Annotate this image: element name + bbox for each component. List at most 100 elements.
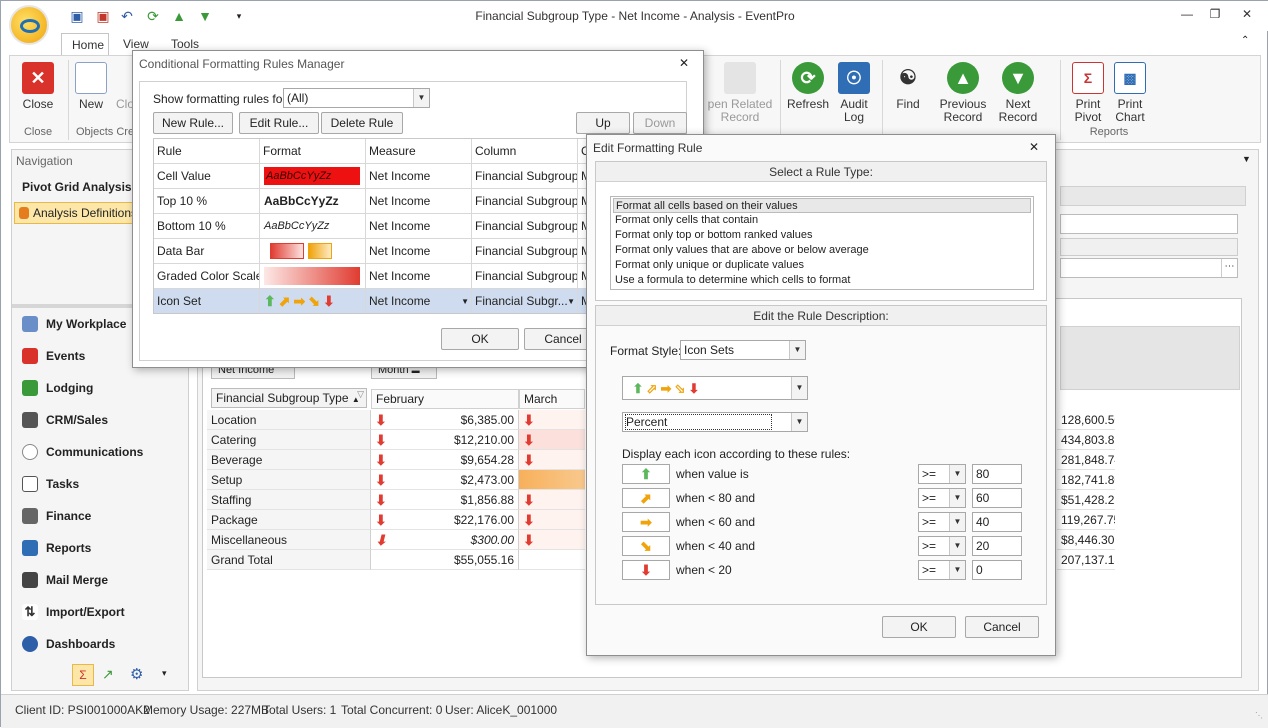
row-label[interactable]: Package [207,510,371,530]
format-style-select[interactable]: Icon Sets ▼ [680,340,806,360]
total-cell[interactable]: 119,267.75 [1057,510,1115,530]
threshold-input[interactable]: 40 [972,512,1022,532]
row-field-chip[interactable]: Financial Subgroup Type ▲ ▽ [211,388,367,408]
february-cell[interactable]: ⬇ $22,176.00 [371,510,519,530]
efr-close-icon[interactable]: ✕ [1029,140,1039,154]
rule-type-option[interactable]: Format only unique or duplicate values [613,258,1031,273]
filter-icon[interactable]: ▽ [357,385,364,403]
nav-mail-merge[interactable]: Mail Merge [22,565,187,595]
nav-crm-sales[interactable]: CRM/Sales [22,405,187,435]
content-collapse-icon[interactable]: ▼ [1242,154,1251,164]
rule-row[interactable]: Top 10 % AaBbCcYyZz Net Income Financial Su… [154,189,586,214]
march-cell[interactable]: ⬇ [519,530,585,550]
operator-select[interactable]: >= ▼ [918,512,966,532]
nav-communications[interactable]: Communications [22,437,187,467]
rule-row[interactable]: Graded Color Scale Net Income Financial Su… [154,264,586,289]
new-rule-button[interactable]: New Rule... [153,112,233,134]
icon-set-select[interactable]: ⬆ ⬀ ➡ ⬂ ⬇ ▼ [622,376,808,400]
restore-icon[interactable]: ❐ [1205,7,1225,23]
icon-picker[interactable]: ⬊ [622,536,670,556]
nav-more-icon[interactable]: ▾ [162,668,167,679]
nav-reports[interactable]: Reports [22,533,187,563]
operator-select[interactable]: >= ▼ [918,536,966,556]
nav-finance[interactable]: Finance [22,501,187,531]
march-cell[interactable]: ⬇ [519,510,585,530]
close-button[interactable]: ✕ Close [16,62,60,111]
refresh-button[interactable]: ⟳ Refresh [786,62,830,111]
next-record-button[interactable]: ▼ Next Record [986,62,1050,124]
delete-rule-button[interactable]: Delete Rule [321,112,403,134]
close-window-icon[interactable]: ✕ [1237,7,1257,23]
icon-picker[interactable]: ⬆ [622,464,670,484]
col-header-february[interactable]: February [371,389,519,409]
rule-type-option[interactable]: Format only cells that contain [613,213,1031,228]
operator-select[interactable]: >= ▼ [918,560,966,580]
row-label[interactable]: Miscellaneous [207,530,371,550]
nav-settings-mini-icon[interactable]: ⚙ [130,665,148,683]
nav-chart-mini-icon[interactable]: ↗ [102,666,120,684]
operator-select[interactable]: >= ▼ [918,464,966,484]
icon-picker[interactable]: ➡ [622,512,670,532]
total-cell[interactable]: 281,848.74 [1057,450,1115,470]
rule-type-option[interactable]: Format all cells based on their values [613,198,1031,213]
rule-type-option[interactable]: Format only values that are above or bel… [613,243,1031,258]
analysis-definitions-item[interactable]: Analysis Definitions [14,202,138,224]
cf-close-icon[interactable]: ✕ [679,56,689,70]
row-label[interactable]: Grand Total [207,550,371,570]
february-cell[interactable]: ⬇ $9,654.28 [371,450,519,470]
move-down-button[interactable]: Down [633,112,687,134]
tab-home[interactable]: Home [61,33,109,55]
show-rules-select[interactable]: (All) ▼ [283,88,430,108]
operator-select[interactable]: >= ▼ [918,488,966,508]
chevron-down-icon[interactable]: ▼ [461,289,469,313]
rule-type-option[interactable]: Format only top or bottom ranked values [613,228,1031,243]
rule-row[interactable]: Data BarNet IncomeFinancial Subgroup TM [154,239,586,264]
find-button[interactable]: ☯ Find [888,62,928,111]
threshold-input[interactable]: 20 [972,536,1022,556]
field-input-3[interactable]: ⋯ [1060,258,1238,278]
nav-lodging[interactable]: Lodging [22,373,187,403]
february-cell[interactable]: $55,055.16 [371,550,519,570]
previous-record-button[interactable]: ▲ Previous Record [934,62,992,124]
efr-ok-button[interactable]: OK [882,616,956,638]
march-cell[interactable]: ⬇ [519,410,585,430]
february-cell[interactable]: ⬇ $6,385.00 [371,410,519,430]
threshold-input[interactable]: 80 [972,464,1022,484]
icon-picker[interactable]: ⬈ [622,488,670,508]
total-cell[interactable]: 434,803.82 [1057,430,1115,450]
move-up-button[interactable]: Up [576,112,630,134]
total-cell[interactable]: 128,600.50 [1057,410,1115,430]
february-cell[interactable]: ⬇ $300.00 [371,530,519,550]
rule-type-option[interactable]: Use a formula to determine which cells t… [613,273,1031,288]
nav-pivot-mini-icon[interactable]: Σ [72,664,94,686]
march-cell[interactable] [519,550,585,570]
march-cell[interactable] [519,470,585,490]
new-button[interactable]: New [72,62,110,111]
print-pivot-button[interactable]: Σ Print Pivot [1068,62,1108,124]
threshold-input[interactable]: 60 [972,488,1022,508]
row-label[interactable]: Beverage [207,450,371,470]
col-header-march[interactable]: March [519,389,585,409]
nav-dashboards[interactable]: Dashboards [22,629,187,659]
february-cell[interactable]: ⬇ $2,473.00 [371,470,519,490]
february-cell[interactable]: ⬇ $12,210.00 [371,430,519,450]
icon-picker[interactable]: ⬇ [622,560,670,580]
edit-rule-button[interactable]: Edit Rule... [239,112,319,134]
nav-tasks[interactable]: Tasks [22,469,187,499]
chevron-down-icon[interactable]: ▼ [567,289,575,313]
rule-row[interactable]: Bottom 10 % AaBbCcYyZz Net Income Financial… [154,214,586,239]
resize-grip-icon[interactable]: ⋱ [1255,711,1263,720]
february-cell[interactable]: ⬇ $1,856.88 [371,490,519,510]
march-cell[interactable]: ⬇ [519,430,585,450]
open-related-record-button[interactable]: pen Related Record [704,62,776,124]
minimize-icon[interactable]: — [1177,7,1197,23]
ellipsis-button[interactable]: ⋯ [1221,259,1237,277]
march-cell[interactable]: ⬇ [519,490,585,510]
nav-import-export[interactable]: ⇅ Import/Export [22,597,187,627]
value-type-select[interactable]: Percent ▼ [622,412,808,432]
rule-row[interactable]: Cell Value AaBbCcYyZz Net Income Financial … [154,164,586,189]
cf-ok-button[interactable]: OK [441,328,519,350]
total-cell[interactable]: $51,428.22 [1057,490,1115,510]
rule-row[interactable]: Icon Set ⬆ ⬈ ➡ ⬊ ⬇ Net Income ▼ Financial Subgr.… [154,289,586,313]
march-cell[interactable]: ⬇ [519,450,585,470]
